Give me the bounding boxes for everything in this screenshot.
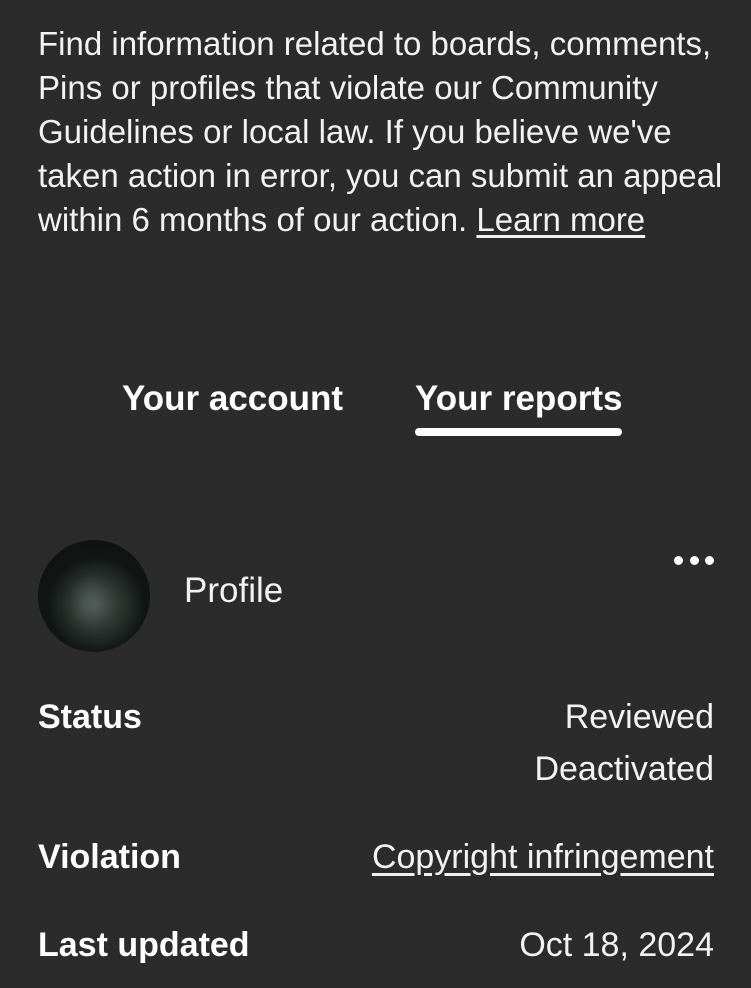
more-options-button[interactable]: [674, 550, 714, 570]
status-label: Status: [38, 698, 142, 736]
tab-label: Your reports: [415, 379, 623, 418]
more-horizontal-icon: [689, 555, 699, 565]
more-horizontal-icon: [674, 555, 683, 565]
status-value: Reviewed Deactivated: [534, 691, 714, 795]
last-updated-label: Last updated: [38, 926, 250, 964]
learn-more-link[interactable]: Learn more: [476, 201, 645, 238]
violation-link[interactable]: Copyright infringement: [372, 831, 714, 883]
last-updated-value: Oct 18, 2024: [519, 926, 714, 964]
report-tabs: Your account Your reports: [0, 378, 751, 438]
tab-selected-indicator: [415, 428, 623, 436]
report-type-label: Profile: [184, 571, 284, 610]
tab-label: Your account: [122, 379, 344, 418]
avatar: [38, 540, 150, 652]
violation-label: Violation: [38, 838, 181, 876]
tab-your-account[interactable]: Your account: [122, 378, 343, 420]
status-value-reviewed: Reviewed: [564, 698, 714, 736]
more-horizontal-icon: [705, 555, 714, 565]
report-header: Profile: [38, 540, 714, 652]
status-value-deactivated: Deactivated: [534, 750, 714, 788]
intro-text: Find information related to boards, comm…: [38, 22, 728, 242]
tab-your-reports[interactable]: Your reports: [415, 378, 623, 436]
